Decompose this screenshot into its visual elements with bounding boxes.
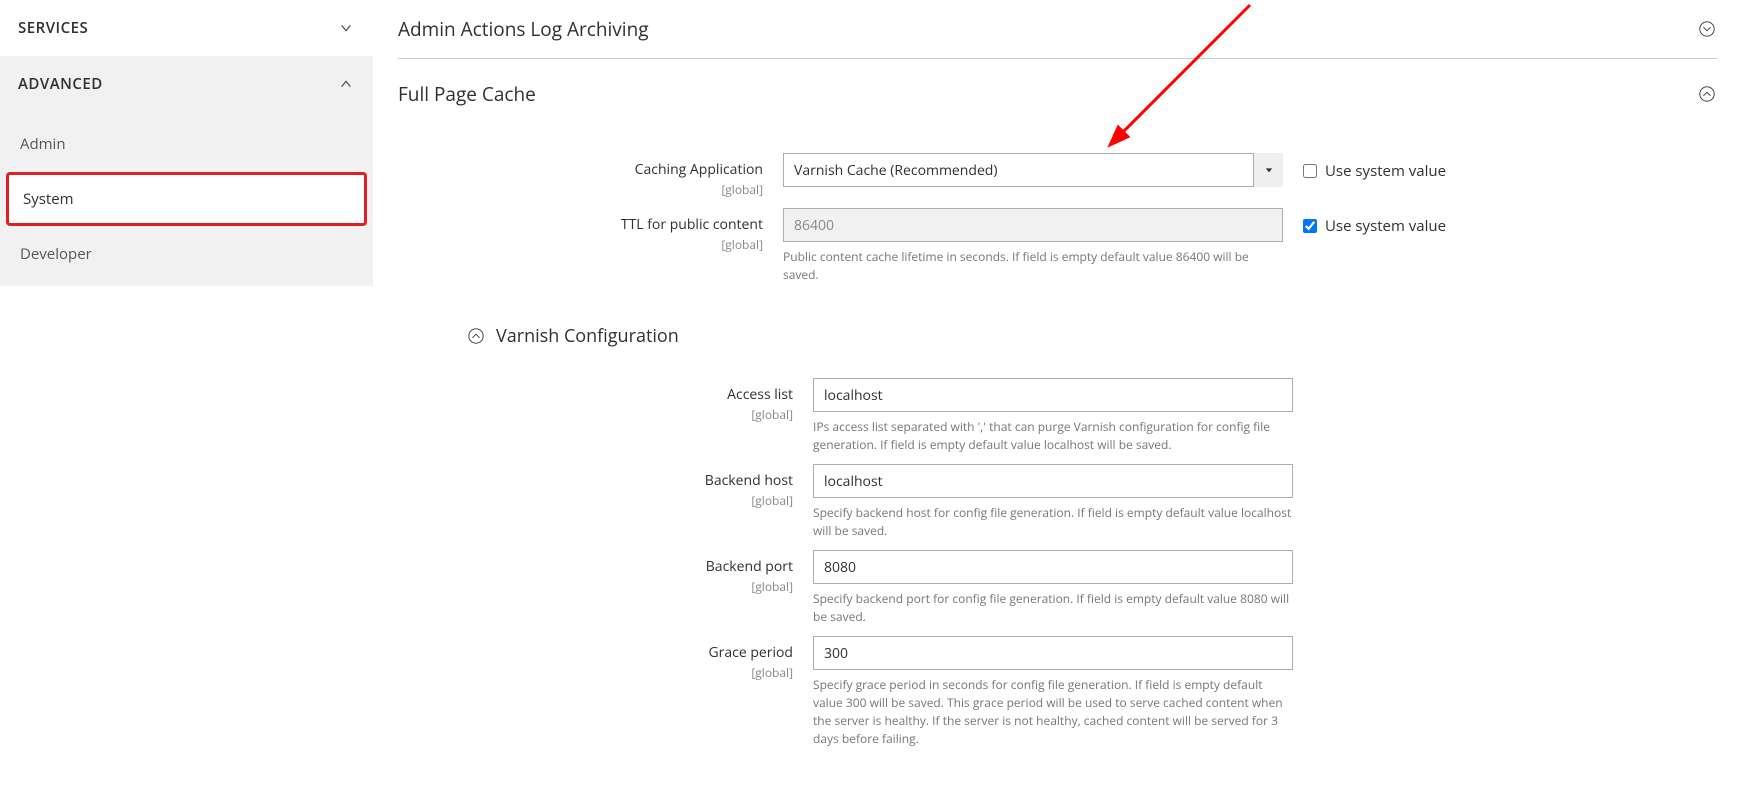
field-label: Grace period bbox=[398, 643, 793, 662]
field-scope: [global] bbox=[398, 181, 763, 198]
config-sidebar: SERVICES ADVANCED Admin System Developer bbox=[0, 0, 373, 798]
subsection-title: Varnish Configuration bbox=[496, 324, 679, 348]
sidebar-item-developer[interactable]: Developer bbox=[0, 228, 373, 280]
chevron-up-icon bbox=[339, 77, 353, 91]
collapse-up-icon bbox=[1697, 84, 1717, 104]
access-list-input[interactable] bbox=[813, 378, 1293, 412]
section-title-text: Full Page Cache bbox=[398, 81, 536, 107]
caching-application-select[interactable]: Varnish Cache (Recommended) bbox=[783, 153, 1283, 187]
ttl-input[interactable] bbox=[783, 208, 1283, 242]
field-hint: Public content cache lifetime in seconds… bbox=[783, 248, 1283, 284]
sidebar-item-admin[interactable]: Admin bbox=[0, 118, 373, 170]
row-ttl-public-content: TTL for public content [global] Public c… bbox=[398, 208, 1717, 284]
sidebar-subitems: Admin System Developer bbox=[0, 112, 373, 286]
sidebar-item-system[interactable]: System bbox=[6, 172, 367, 226]
field-hint: IPs access list separated with ',' that … bbox=[813, 418, 1293, 454]
chevron-down-icon bbox=[339, 21, 353, 35]
sidebar-category-services[interactable]: SERVICES bbox=[0, 0, 373, 56]
row-access-list: Access list [global] IPs access list sep… bbox=[398, 378, 1717, 454]
field-label: Caching Application bbox=[398, 160, 763, 179]
sidebar-item-label: System bbox=[23, 189, 74, 209]
field-scope: [global] bbox=[398, 578, 793, 595]
field-hint: Specify backend host for config file gen… bbox=[813, 504, 1293, 540]
field-hint: Specify grace period in seconds for conf… bbox=[813, 676, 1293, 748]
subsection-varnish-configuration[interactable]: Varnish Configuration bbox=[398, 294, 1717, 378]
use-system-value-checkbox[interactable] bbox=[1303, 219, 1317, 233]
section-title-text: Admin Actions Log Archiving bbox=[398, 16, 649, 42]
sidebar-item-label: Developer bbox=[20, 244, 92, 264]
sidebar-category-label: SERVICES bbox=[18, 18, 88, 38]
field-hint: Specify backend port for config file gen… bbox=[813, 590, 1293, 626]
field-scope: [global] bbox=[398, 236, 763, 253]
use-system-value-checkbox[interactable] bbox=[1303, 164, 1317, 178]
sidebar-category-advanced[interactable]: ADVANCED bbox=[0, 56, 373, 112]
field-label: Access list bbox=[398, 385, 793, 404]
field-scope: [global] bbox=[398, 492, 793, 509]
section-admin-actions-log-archiving[interactable]: Admin Actions Log Archiving bbox=[398, 0, 1717, 59]
grace-period-input[interactable] bbox=[813, 636, 1293, 670]
varnish-config-form: Access list [global] IPs access list sep… bbox=[398, 378, 1717, 748]
backend-port-input[interactable] bbox=[813, 550, 1293, 584]
row-backend-port: Backend port [global] Specify backend po… bbox=[398, 550, 1717, 626]
expand-down-icon bbox=[1697, 19, 1717, 39]
config-main: Admin Actions Log Archiving Full Page Ca… bbox=[373, 0, 1737, 798]
field-label: Backend port bbox=[398, 557, 793, 576]
field-scope: [global] bbox=[398, 664, 793, 681]
section-full-page-cache[interactable]: Full Page Cache bbox=[398, 59, 1717, 123]
row-grace-period: Grace period [global] Specify grace peri… bbox=[398, 636, 1717, 748]
row-backend-host: Backend host [global] Specify backend ho… bbox=[398, 464, 1717, 540]
use-system-value-label: Use system value bbox=[1325, 216, 1446, 236]
field-label: Backend host bbox=[398, 471, 793, 490]
sidebar-item-label: Admin bbox=[20, 134, 66, 154]
row-caching-application: Caching Application [global] Varnish Cac… bbox=[398, 153, 1717, 198]
collapse-up-icon bbox=[466, 326, 486, 346]
sidebar-category-label: ADVANCED bbox=[18, 74, 103, 94]
fpc-form: Caching Application [global] Varnish Cac… bbox=[398, 123, 1717, 748]
use-system-value-label: Use system value bbox=[1325, 161, 1446, 181]
field-label: TTL for public content bbox=[398, 215, 763, 234]
field-scope: [global] bbox=[398, 406, 793, 423]
backend-host-input[interactable] bbox=[813, 464, 1293, 498]
